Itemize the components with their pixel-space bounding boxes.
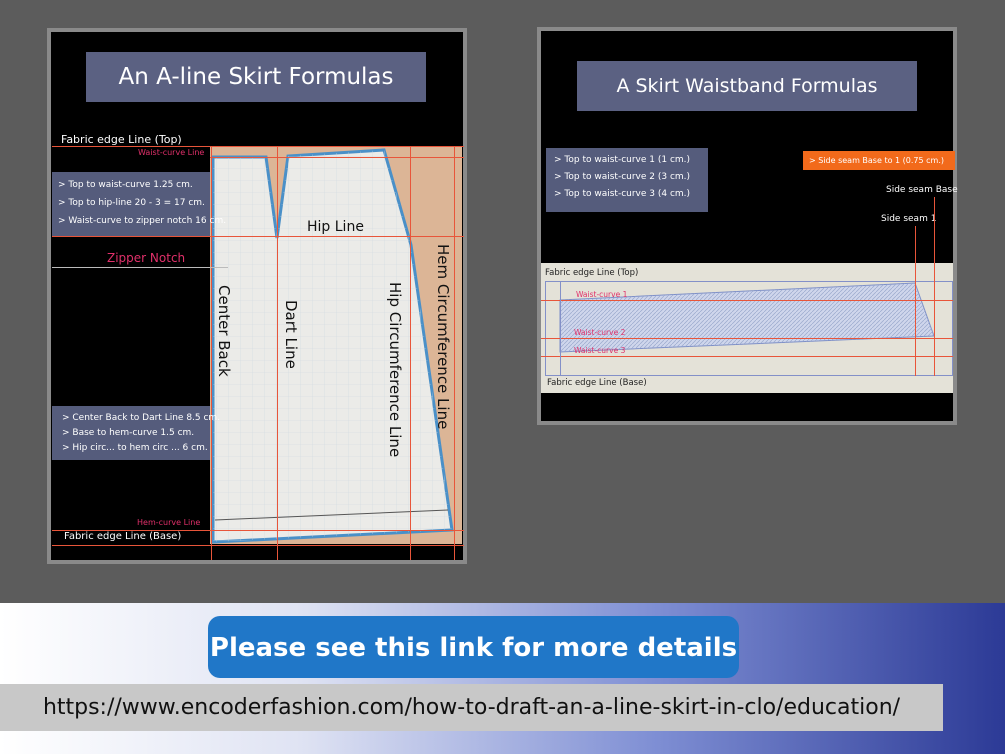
waist-curve-2-line [541, 338, 953, 339]
waist-curve-1-label: Waist-curve 1 [576, 290, 628, 299]
waistband-fabric-top-label: Fabric edge Line (Top) [545, 268, 639, 278]
side-seam-base-line [934, 197, 935, 376]
waist-curve-3-label: Waist-curve 3 [574, 346, 626, 355]
more-details-button[interactable]: Please see this link for more details [208, 616, 739, 678]
waist-curve-1-line [541, 300, 953, 301]
side-seam-1-line [915, 226, 916, 376]
waist-curve-3-line [541, 356, 953, 357]
waistband-left-edge [560, 281, 561, 376]
waist-curve-2-label: Waist-curve 2 [574, 328, 626, 337]
details-url-link[interactable]: https://www.encoderfashion.com/how-to-dr… [0, 684, 943, 731]
waistband-fabric-base-label: Fabric edge Line (Base) [547, 378, 647, 388]
